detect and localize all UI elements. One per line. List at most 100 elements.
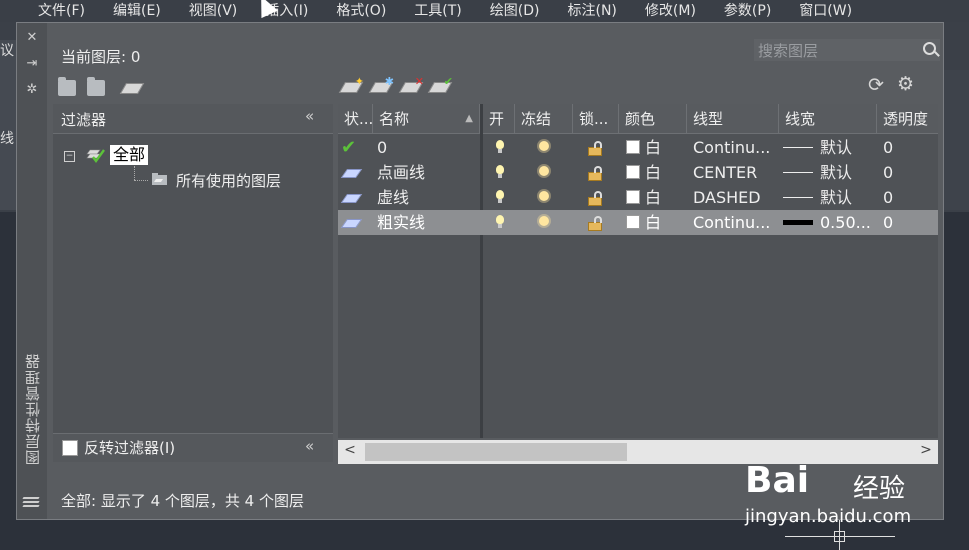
layer-color[interactable]: 白 bbox=[645, 185, 661, 210]
column-header-lock[interactable]: 锁... bbox=[573, 104, 619, 134]
table-row[interactable]: ✔ 0 白 Continu... 默认 0 bbox=[338, 135, 938, 160]
color-swatch[interactable] bbox=[626, 165, 640, 179]
filter-header-label: 过滤器 bbox=[61, 111, 107, 129]
menu-item[interactable]: 格式(O) bbox=[336, 0, 386, 22]
layer-name[interactable]: 0 bbox=[377, 135, 477, 160]
new-property-filter-icon[interactable] bbox=[58, 77, 76, 96]
filter-header: 过滤器 « bbox=[53, 104, 333, 134]
layer-status-icon bbox=[340, 194, 363, 203]
filter-tree-pane: 过滤器 « − 全部 所有使用的图层 bbox=[53, 104, 333, 461]
menu-item[interactable]: 参数(P) bbox=[724, 0, 771, 22]
tree-connector bbox=[134, 166, 136, 180]
tree-item-all-used[interactable]: 所有使用的图层 bbox=[176, 170, 281, 191]
lightbulb-on-icon[interactable] bbox=[496, 140, 504, 153]
layer-lineweight[interactable]: 默认 bbox=[820, 160, 876, 185]
unlock-icon[interactable] bbox=[588, 216, 602, 231]
layer-states-manager-icon[interactable] bbox=[119, 79, 145, 94]
status-footer: 全部: 显示了 4 个图层，共 4 个图层 bbox=[61, 492, 304, 510]
bg-left-label-mid: 线 bbox=[0, 131, 14, 147]
table-row[interactable]: 点画线 白 CENTER 默认 0 bbox=[338, 160, 938, 185]
unlock-icon[interactable] bbox=[588, 141, 602, 156]
menu-item[interactable]: 绘图(D) bbox=[490, 0, 540, 22]
column-header-name[interactable]: 名称 ▲ bbox=[373, 104, 480, 134]
settings-gear-icon[interactable]: ⚙ bbox=[897, 74, 914, 94]
watermark-cn: 经验 bbox=[853, 474, 906, 504]
tree-connector bbox=[134, 180, 148, 182]
table-row[interactable]: 虚线 白 DASHED 默认 0 bbox=[338, 185, 938, 210]
layer-color[interactable]: 白 bbox=[645, 160, 661, 185]
invert-filter-checkbox[interactable] bbox=[62, 440, 78, 456]
search-input[interactable]: 搜索图层 bbox=[754, 39, 940, 61]
layer-color[interactable]: 白 bbox=[645, 210, 661, 235]
unlock-icon[interactable] bbox=[588, 191, 602, 206]
lightbulb-on-icon[interactable] bbox=[496, 215, 504, 228]
layer-transparency[interactable]: 0 bbox=[883, 210, 893, 235]
invert-filter-label: 反转过滤器(I) bbox=[84, 439, 176, 457]
layer-name[interactable]: 点画线 bbox=[377, 160, 477, 185]
thaw-sun-icon[interactable] bbox=[539, 216, 549, 226]
layer-transparency[interactable]: 0 bbox=[883, 185, 893, 210]
layer-linetype[interactable]: Continu... bbox=[693, 210, 777, 235]
watermark-brand: Bai bbox=[745, 460, 810, 501]
column-header-freeze[interactable]: 冻结 bbox=[515, 104, 573, 134]
menu-bar: 文件(F) 编辑(E) 视图(V) 插入(I) 格式(O) 工具(T) 绘图(D) 标注(N)… bbox=[0, 0, 969, 22]
unlock-icon[interactable] bbox=[588, 166, 602, 181]
layer-name[interactable]: 虚线 bbox=[377, 185, 477, 210]
set-current-icon[interactable]: ✔ bbox=[427, 76, 453, 93]
collapse-filter-icon[interactable]: « bbox=[305, 107, 314, 125]
column-header-linetype[interactable]: 线型 bbox=[687, 104, 779, 134]
menu-item[interactable]: 视图(V) bbox=[189, 0, 238, 22]
layer-linetype[interactable]: DASHED bbox=[693, 185, 777, 210]
palette-title-strip: ✕ ⇥ ✲ 图层特性管理器 bbox=[17, 23, 47, 519]
layer-transparency[interactable]: 0 bbox=[883, 135, 893, 160]
column-header-transparency[interactable]: 透明度 bbox=[877, 104, 938, 134]
layer-linetype[interactable]: CENTER bbox=[693, 160, 777, 185]
new-layer-icon[interactable]: ✦ bbox=[338, 76, 364, 93]
layer-lineweight[interactable]: 默认 bbox=[820, 185, 876, 210]
tree-item-all[interactable]: 全部 bbox=[110, 145, 149, 165]
table-row[interactable]: 粗实线 白 Continu... 0.50... 0 bbox=[338, 210, 938, 235]
color-swatch[interactable] bbox=[626, 215, 640, 229]
column-header-on[interactable]: 开 bbox=[483, 104, 515, 134]
scrollbar-thumb[interactable] bbox=[365, 443, 627, 461]
menu-item[interactable]: 修改(M) bbox=[645, 0, 696, 22]
color-swatch[interactable] bbox=[626, 140, 640, 154]
delete-layer-icon[interactable]: ✕ bbox=[398, 76, 424, 93]
color-swatch[interactable] bbox=[626, 190, 640, 204]
layer-lineweight[interactable]: 0.50... bbox=[820, 210, 876, 235]
collapse-invert-icon[interactable]: « bbox=[305, 437, 314, 455]
search-placeholder: 搜索图层 bbox=[758, 42, 819, 60]
menu-item[interactable]: 文件(F) bbox=[38, 0, 85, 22]
thaw-sun-icon[interactable] bbox=[539, 166, 549, 176]
pin-icon[interactable]: ⇥ bbox=[25, 57, 39, 71]
layer-properties-manager: ✕ ⇥ ✲ 图层特性管理器 当前图层: 0 搜索图层 ✦ ✱ ✕ ✔ ⟳ ⚙ 过… bbox=[16, 22, 944, 520]
column-header-status[interactable]: 状... bbox=[338, 104, 373, 134]
watermark-url: jingyan.baidu.com bbox=[745, 506, 912, 527]
tree-expand-icon[interactable]: − bbox=[64, 151, 75, 162]
layer-lineweight[interactable]: 默认 bbox=[820, 135, 876, 160]
lightbulb-on-icon[interactable] bbox=[496, 165, 504, 178]
thaw-sun-icon[interactable] bbox=[539, 141, 549, 151]
column-header-color[interactable]: 颜色 bbox=[619, 104, 687, 134]
menu-item[interactable]: 窗口(W) bbox=[799, 0, 852, 22]
new-layer-frozen-icon[interactable]: ✱ bbox=[368, 76, 394, 93]
layer-linetype[interactable]: Continu... bbox=[693, 135, 777, 160]
column-header-lineweight[interactable]: 线宽 bbox=[779, 104, 877, 134]
column-header-name-label: 名称 bbox=[379, 110, 410, 128]
thaw-sun-icon[interactable] bbox=[539, 191, 549, 201]
menu-item[interactable]: 工具(T) bbox=[414, 0, 461, 22]
menu-item[interactable]: 编辑(E) bbox=[113, 0, 161, 22]
current-layer-check-icon: ✔ bbox=[341, 137, 357, 158]
lightbulb-on-icon[interactable] bbox=[496, 190, 504, 203]
gear-icon[interactable]: ✲ bbox=[25, 83, 39, 97]
layer-color[interactable]: 白 bbox=[645, 135, 661, 160]
layer-transparency[interactable]: 0 bbox=[883, 160, 893, 185]
new-group-filter-icon[interactable] bbox=[87, 77, 105, 96]
close-icon[interactable]: ✕ bbox=[25, 31, 39, 45]
scroll-left-icon[interactable]: < bbox=[340, 442, 360, 458]
menu-item[interactable]: 标注(N) bbox=[568, 0, 617, 22]
search-icon[interactable] bbox=[923, 42, 936, 55]
refresh-icon[interactable]: ⟳ bbox=[868, 75, 884, 95]
used-layers-filter-icon bbox=[152, 173, 167, 185]
layer-name[interactable]: 粗实线 bbox=[377, 210, 477, 235]
